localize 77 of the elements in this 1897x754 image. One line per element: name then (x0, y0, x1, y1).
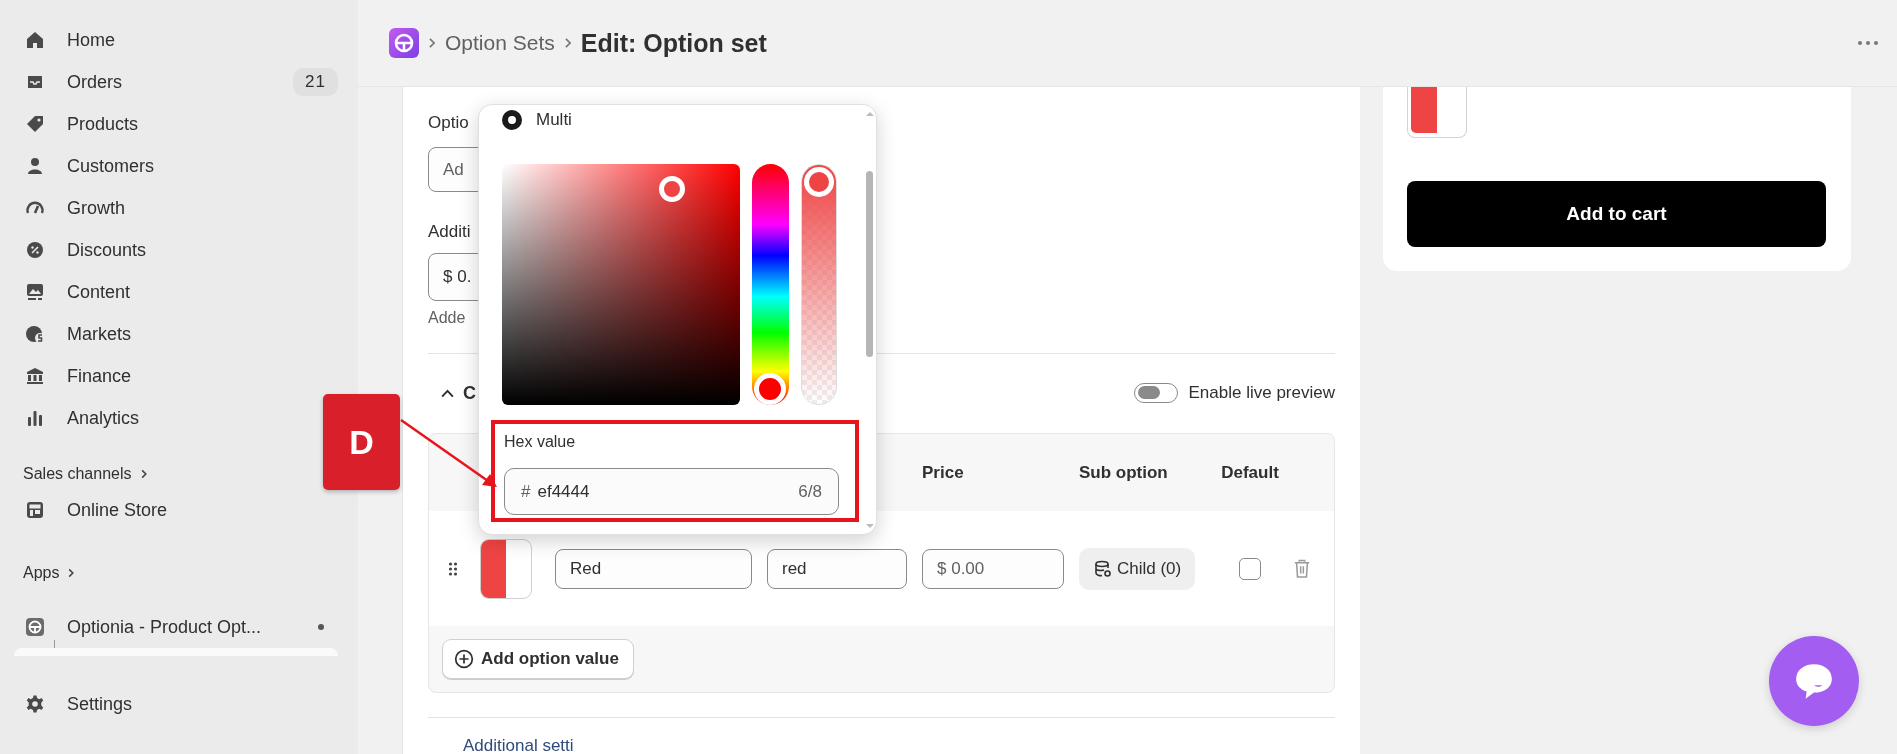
globe-icon (25, 324, 45, 344)
radio-button[interactable] (502, 110, 522, 130)
nav-label: Settings (67, 693, 133, 715)
section-heading[interactable]: Sales channels (14, 459, 150, 489)
additional-settings-link[interactable]: Additional setti (428, 736, 574, 754)
settings-icon (25, 694, 45, 714)
label-field[interactable]: Red (555, 548, 752, 589)
annotation-badge: D (323, 394, 400, 490)
nav-item[interactable]: Markets (14, 313, 131, 355)
sub-option-button[interactable]: Child (0) (1079, 547, 1196, 590)
nav-label: Growth (67, 197, 126, 219)
column-header: Sub option (1079, 462, 1168, 483)
app-logo-icon[interactable] (389, 28, 419, 58)
delete-icon[interactable] (1293, 558, 1311, 579)
discount-icon (25, 240, 45, 260)
color-swatch[interactable] (480, 538, 532, 599)
count-badge: 21 (293, 68, 338, 96)
nav-label: Analytics (67, 407, 140, 429)
column-header: Default (1221, 462, 1279, 483)
nav-label: Products (67, 113, 139, 135)
nav-label: Finance (67, 365, 132, 387)
add-option-value-button[interactable]: Add option value (442, 639, 634, 679)
hex-field[interactable]: # ef4444 6/8 (504, 468, 839, 515)
saturation-area[interactable] (502, 164, 740, 405)
help-text: Adde (428, 309, 466, 327)
tag-icon (25, 114, 45, 134)
price-field[interactable]: $ 0.00 (922, 548, 1064, 589)
nav-item[interactable]: Content (14, 271, 131, 313)
nav-label: Online Store (67, 499, 168, 521)
add-to-cart-button[interactable]: Add to cart (1407, 181, 1826, 247)
chat-button[interactable] (1769, 636, 1859, 726)
nav-label: Orders (67, 71, 122, 93)
nav-item[interactable]: Home (14, 19, 115, 61)
toggle-switch[interactable] (1133, 383, 1178, 403)
nav-item[interactable]: Optionia - Product Opt... (14, 606, 338, 648)
bar-chart-icon (25, 408, 45, 428)
nav-label: Home (67, 29, 115, 51)
breadcrumb-link[interactable]: Option Sets (445, 31, 555, 55)
nav-item[interactable]: Settings (14, 683, 133, 725)
app-icon (25, 617, 45, 637)
nav-label: Customers (67, 155, 155, 177)
database-icon (1093, 558, 1113, 579)
column-header: Price (922, 462, 964, 483)
nav-label: Discounts (67, 239, 147, 261)
nav-label: Optionia - Product Opt... (67, 616, 262, 638)
nav-item[interactable]: Products (14, 103, 139, 145)
scrollbar[interactable] (866, 171, 873, 357)
more-icon[interactable] (1857, 40, 1879, 46)
nav-item[interactable]: Discounts (14, 229, 147, 271)
hue-slider[interactable] (752, 164, 789, 405)
nav-item[interactable]: Online Store (14, 489, 168, 531)
toggle-label: Enable live preview (1188, 383, 1335, 403)
opacity-slider[interactable] (801, 164, 837, 405)
drag-handle-icon[interactable] (448, 560, 458, 577)
plus-circle-icon (454, 649, 474, 669)
nav-item[interactable]: Orders 21 (14, 61, 338, 103)
radio-label: Multi (536, 110, 572, 130)
store-icon (25, 500, 45, 520)
section-heading[interactable]: Apps (14, 558, 78, 588)
nav-item[interactable]: Analytics (14, 397, 140, 439)
field-label: Optio (428, 113, 469, 133)
default-checkbox[interactable] (1239, 557, 1261, 580)
page-title: Edit: Option set (580, 28, 767, 58)
field-label: Additi (428, 222, 471, 242)
nav-item[interactable]: Customers (14, 145, 155, 187)
field-label: Hex value (504, 433, 577, 452)
nav-label: Markets (67, 323, 131, 345)
section-title: C (463, 382, 476, 404)
value-field[interactable]: red (767, 548, 907, 589)
home-icon (25, 30, 45, 50)
nav-item[interactable]: Finance (14, 355, 132, 397)
nav-label: Content (67, 281, 131, 303)
color-swatch[interactable] (1407, 87, 1467, 138)
bank-icon (25, 366, 45, 386)
person-icon (25, 156, 45, 176)
nav-item[interactable]: Growth (14, 187, 126, 229)
image-icon (25, 282, 45, 302)
